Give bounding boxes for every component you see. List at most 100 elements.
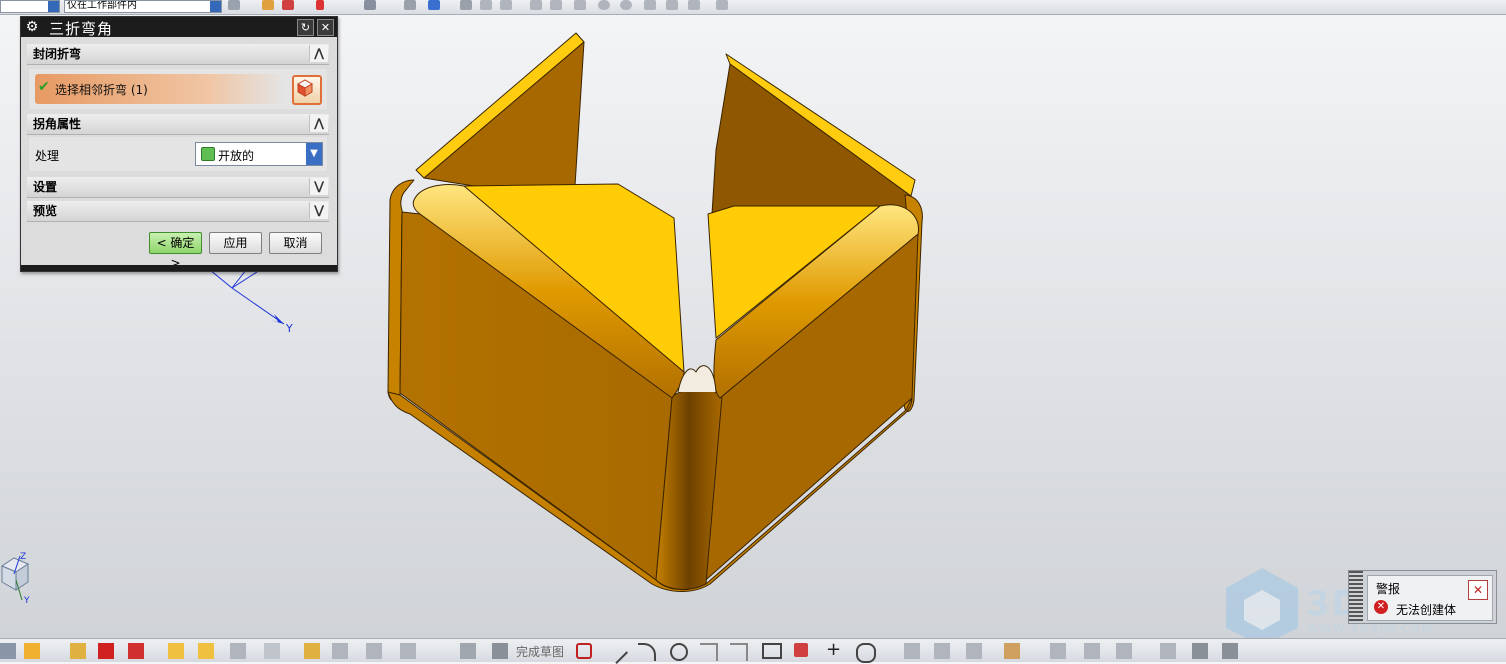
finish-sketch-icon[interactable]: [492, 643, 508, 659]
convert-reference-icon[interactable]: [1222, 643, 1238, 659]
chevron-down-icon[interactable]: ⋁: [309, 202, 328, 219]
fillet-icon[interactable]: [700, 643, 718, 661]
alert-message: 无法创建体: [1396, 603, 1457, 617]
geometric-constraint-icon[interactable]: [1116, 643, 1132, 659]
section-corner-properties[interactable]: 拐角属性 ⋀: [27, 114, 329, 135]
view-orientation-cube[interactable]: [0, 548, 36, 608]
top-toolbar: 仅在工作部件内: [0, 0, 1506, 15]
polygon-icon[interactable]: [794, 643, 808, 657]
sheet-metal-part[interactable]: [384, 30, 924, 595]
orient-z-label: Z: [20, 552, 27, 562]
sketch-icon[interactable]: [460, 643, 476, 659]
snap-bound-icon[interactable]: [716, 0, 728, 10]
finish-sketch-label[interactable]: 完成草图: [516, 643, 564, 660]
arc-icon[interactable]: [638, 643, 656, 661]
dialog-title: 三折弯角: [49, 20, 114, 38]
grip-icon[interactable]: [0, 643, 16, 659]
cancel-button[interactable]: 取消: [269, 232, 322, 254]
tab-icon[interactable]: [332, 643, 348, 659]
move-component-icon[interactable]: [70, 643, 86, 659]
chain-icon[interactable]: [304, 643, 320, 659]
mate-icon[interactable]: [98, 643, 114, 659]
mirror-curve-icon[interactable]: [1050, 643, 1066, 659]
apply-button[interactable]: 应用: [209, 232, 262, 254]
snap-control-icon[interactable]: [530, 0, 542, 10]
snap-on-face-icon[interactable]: [688, 0, 700, 10]
alert-title: 警报: [1376, 582, 1401, 596]
watermark-cube-logo: [1226, 568, 1298, 646]
selection-filter-combo[interactable]: [0, 0, 60, 13]
show-constraints-icon[interactable]: [1192, 643, 1208, 659]
chevron-down-icon[interactable]: ▼: [306, 143, 322, 165]
orient-y-label: Y: [24, 596, 30, 606]
triad-y-label: Y: [286, 322, 293, 335]
profile-icon[interactable]: [576, 643, 592, 659]
select-bend-button[interactable]: [292, 75, 322, 105]
snap-on-curve-icon[interactable]: [666, 0, 678, 10]
chevron-down-icon[interactable]: [210, 1, 221, 12]
array-icon[interactable]: [168, 643, 184, 659]
treatment-dropdown[interactable]: 开放的 ▼: [195, 142, 323, 166]
scope-combo[interactable]: 仅在工作部件内: [64, 0, 222, 13]
reset-icon[interactable]: ↻: [297, 19, 314, 36]
select-adjacent-bend-field[interactable]: ✔ 选择相邻折弯 (1): [35, 74, 285, 104]
offset-icon[interactable]: [1004, 643, 1020, 659]
flange-icon[interactable]: [366, 643, 382, 659]
select-adjacent-bend-row[interactable]: ✔ 选择相邻折弯 (1): [29, 69, 327, 109]
section-settings[interactable]: 设置 ⋁: [27, 177, 329, 198]
check-icon: ✔: [38, 79, 50, 95]
snap-end-icon[interactable]: [480, 0, 492, 10]
trim-icon[interactable]: [904, 643, 920, 659]
section-closing-bend-label: 封闭折弯: [33, 47, 82, 61]
constraint-icon[interactable]: [128, 643, 144, 659]
dialog-title-bar[interactable]: ⚙ 三折弯角 ↻ ✕: [21, 17, 337, 38]
chevron-down-icon[interactable]: [48, 1, 59, 12]
gear-icon[interactable]: ⚙: [24, 19, 40, 35]
dialog-bottom-bar: [21, 265, 337, 271]
cube-select-icon: [296, 79, 314, 97]
chamfer-icon[interactable]: [730, 643, 748, 661]
line-icon[interactable]: [603, 639, 629, 664]
snap-center-icon[interactable]: [574, 0, 586, 10]
alert-body: 警报 ✕ ✕ 无法创建体: [1367, 575, 1493, 621]
error-icon: ✕: [1374, 600, 1388, 614]
alert-panel: 警报 ✕ ✕ 无法创建体: [1348, 570, 1497, 624]
mirror-icon[interactable]: [198, 643, 214, 659]
snap-quadrant-icon[interactable]: [620, 0, 632, 10]
add-component-icon[interactable]: [24, 643, 40, 659]
link-icon[interactable]: [230, 643, 246, 659]
snap-icon[interactable]: [262, 0, 274, 10]
snap-point-icon[interactable]: [460, 0, 472, 10]
view-icon[interactable]: [404, 0, 416, 10]
snap-intersection-icon[interactable]: [550, 0, 562, 10]
spline-icon[interactable]: [856, 643, 876, 663]
dimension-icon[interactable]: [1084, 643, 1100, 659]
snap-mid-icon[interactable]: [500, 0, 512, 10]
bend-icon[interactable]: [400, 643, 416, 659]
point-icon[interactable]: [282, 0, 294, 10]
auto-constrain-icon[interactable]: [1160, 643, 1176, 659]
box-select-icon[interactable]: [364, 0, 376, 10]
open-corner-icon: [201, 147, 215, 161]
point-icon[interactable]: +: [826, 641, 842, 659]
solid-icon[interactable]: [264, 643, 280, 659]
crosshair-icon[interactable]: [316, 0, 324, 10]
extend-icon[interactable]: [934, 643, 950, 659]
chevron-up-icon[interactable]: ⋀: [309, 115, 328, 132]
snap-arc-center-icon[interactable]: [598, 0, 610, 10]
corner-icon[interactable]: [966, 643, 982, 659]
chevron-down-icon[interactable]: ⋁: [309, 178, 328, 195]
circle-icon[interactable]: [670, 643, 688, 661]
section-preview[interactable]: 预览 ⋁: [27, 201, 329, 222]
rectangle-icon[interactable]: [762, 643, 782, 659]
drag-handle[interactable]: [1349, 571, 1363, 623]
filter-icon[interactable]: [228, 0, 240, 10]
chevron-up-icon[interactable]: ⋀: [309, 45, 328, 62]
section-closing-bend[interactable]: 封闭折弯 ⋀: [27, 44, 329, 65]
cube-icon[interactable]: [428, 0, 440, 10]
ok-button[interactable]: < 确定 >: [149, 232, 202, 270]
treatment-label: 处理: [35, 149, 60, 163]
snap-existing-icon[interactable]: [644, 0, 656, 10]
close-icon[interactable]: ✕: [317, 19, 334, 36]
close-icon[interactable]: ✕: [1468, 580, 1488, 600]
